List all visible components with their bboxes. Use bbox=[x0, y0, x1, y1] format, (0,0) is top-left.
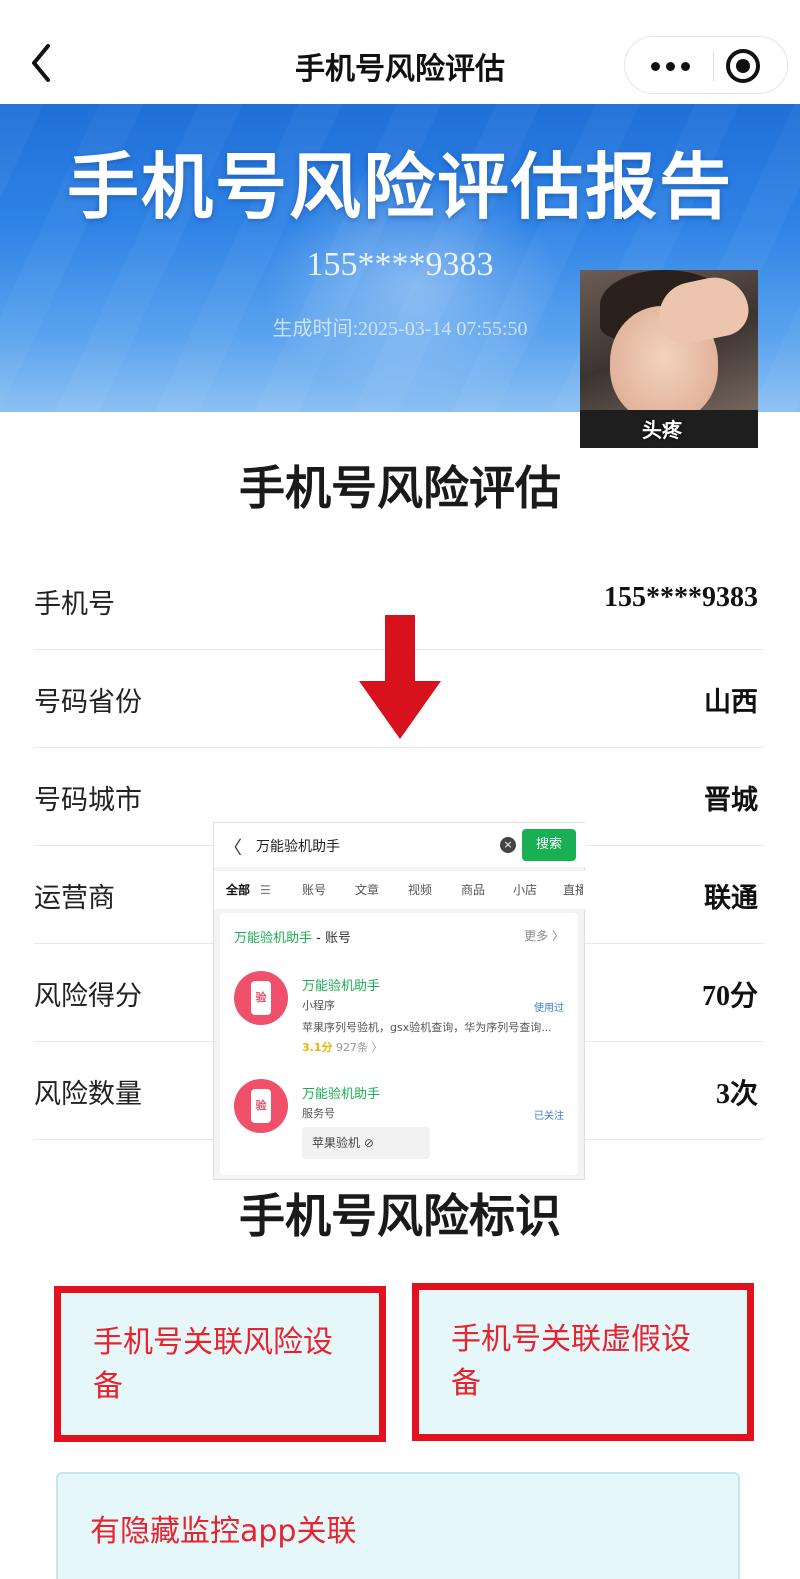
rating-score: 3.1分 bbox=[302, 1041, 333, 1054]
overlay-card-heading-name: 万能验机助手 bbox=[234, 931, 313, 946]
row-label: 号码省份 bbox=[34, 687, 142, 718]
overlay-result-card: 万能验机助手 - 账号 更多 〉 验 万能验机助手 小程序 使用过 苹果序列号验… bbox=[220, 913, 578, 1175]
overlay-tab-live[interactable]: 直播 bbox=[563, 881, 583, 898]
row-value: 155****9383 bbox=[604, 582, 758, 613]
risk-tag-hidden-monitor-app: 有隐藏监控app关联 bbox=[56, 1472, 740, 1579]
overlay-tab-article[interactable]: 文章 bbox=[355, 881, 379, 898]
row-value: 70分 bbox=[701, 981, 758, 1012]
overlay-filter-icon[interactable]: ☰ bbox=[260, 883, 271, 897]
capsule-divider bbox=[713, 51, 714, 81]
row-label: 号码城市 bbox=[34, 785, 142, 816]
rating-count: 927条 〉 bbox=[332, 1041, 383, 1054]
row-label: 风险数量 bbox=[34, 1079, 142, 1110]
overlay-search-button[interactable]: 搜索 bbox=[522, 829, 576, 861]
result-item-name[interactable]: 万能验机助手 bbox=[302, 1083, 380, 1102]
result-item-rating: 3.1分 927条 〉 bbox=[302, 1039, 383, 1055]
overlay-card-heading: 万能验机助手 - 账号 bbox=[234, 927, 351, 946]
row-label: 风险得分 bbox=[34, 981, 142, 1012]
service-account-icon[interactable]: 验 bbox=[234, 1079, 288, 1133]
overlay-search-bar: 〈 万能验机助手 × 搜索 bbox=[214, 823, 586, 867]
overlay-search-query[interactable]: 万能验机助手 bbox=[256, 836, 340, 856]
risk-tag-text: 手机号关联虚假设备 bbox=[451, 1322, 691, 1401]
phone-glyph-icon: 验 bbox=[251, 1089, 271, 1123]
row-value: 3次 bbox=[715, 1079, 758, 1110]
row-value: 联通 bbox=[704, 883, 758, 914]
overlay-tab-all[interactable]: 全部 bbox=[226, 881, 250, 898]
overlay-more-link[interactable]: 更多 〉 bbox=[524, 927, 564, 944]
result-item-tag: 使用过 bbox=[534, 1003, 564, 1014]
meme-caption: 头疼 bbox=[642, 418, 682, 442]
top-nav-bar: 手机号风险评估 bbox=[0, 0, 800, 104]
risk-tag-text: 有隐藏监控app关联 bbox=[90, 1514, 357, 1549]
overlay-tab-bar: 全部 ☰ 账号 文章 视频 商品 小店 直播 bbox=[214, 871, 586, 909]
mini-program-app-icon[interactable]: 验 bbox=[234, 971, 288, 1025]
risk-tags-heading: 手机号风险标识 bbox=[239, 1189, 561, 1243]
result-item-name[interactable]: 万能验机助手 bbox=[302, 975, 380, 994]
row-value: 晋城 bbox=[704, 785, 758, 816]
overlay-clear-icon[interactable]: × bbox=[500, 837, 516, 853]
overlay-tab-goods[interactable]: 商品 bbox=[461, 881, 485, 898]
mini-program-capsule bbox=[624, 36, 788, 94]
overlay-card-heading-suffix: - 账号 bbox=[312, 931, 351, 946]
overlay-tab-account[interactable]: 账号 bbox=[302, 881, 326, 898]
overlay-tab-shop[interactable]: 小店 bbox=[513, 881, 537, 898]
row-label: 手机号 bbox=[34, 589, 115, 620]
headache-meme-image: 头疼 bbox=[580, 270, 758, 448]
phone-glyph-icon: 验 bbox=[251, 981, 271, 1015]
red-down-arrow-icon bbox=[355, 615, 445, 741]
risk-tag-fake-device: 手机号关联虚假设备 bbox=[412, 1283, 754, 1441]
result-item-type: 小程序 bbox=[302, 999, 335, 1012]
assessment-heading: 手机号风险评估 bbox=[239, 461, 561, 515]
overlay-tab-video[interactable]: 视频 bbox=[408, 881, 432, 898]
risk-tag-text: 手机号关联风险设备 bbox=[93, 1325, 333, 1404]
row-value: 山西 bbox=[704, 687, 758, 718]
row-label: 运营商 bbox=[34, 883, 115, 914]
more-dots-icon[interactable] bbox=[635, 41, 705, 91]
result-item-type: 服务号 bbox=[302, 1107, 335, 1120]
banner-title: 手机号风险评估报告 bbox=[66, 145, 733, 229]
search-screenshot-overlay: 〈 万能验机助手 × 搜索 全部 ☰ 账号 文章 视频 商品 小店 直播 万能验… bbox=[213, 822, 586, 1180]
risk-tag-risky-device: 手机号关联风险设备 bbox=[54, 1286, 386, 1442]
close-target-icon[interactable] bbox=[723, 46, 763, 86]
result-item-tag: 已关注 bbox=[534, 1111, 564, 1122]
result-item-chip[interactable]: 苹果验机 ⊘ bbox=[302, 1127, 430, 1159]
result-item-description: 苹果序列号验机，gsx验机查询，华为序列号查询... bbox=[302, 1021, 552, 1034]
overlay-back-icon[interactable]: 〈 bbox=[224, 834, 242, 860]
